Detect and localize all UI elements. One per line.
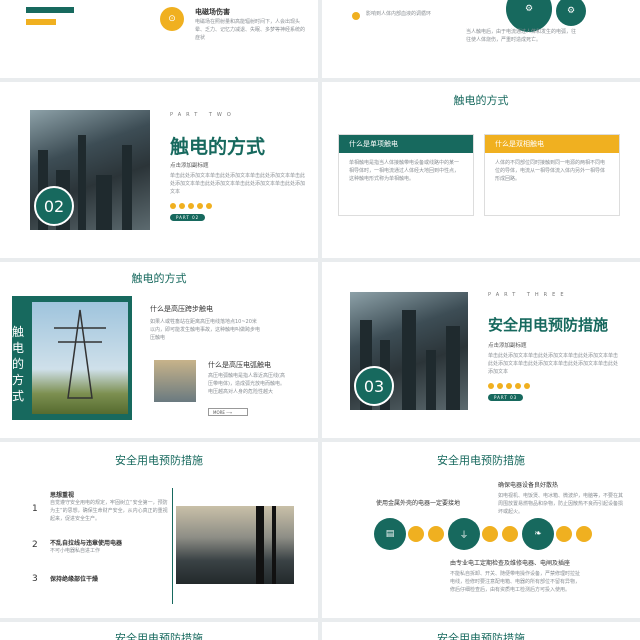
top-title: 确保电器设备良好散热 bbox=[498, 482, 559, 489]
section-title: 安全用电预防措施 bbox=[488, 316, 609, 334]
slide-title: 触电的方式 bbox=[453, 94, 509, 107]
section-title: 触电的方式 bbox=[170, 136, 266, 158]
bullet-dot bbox=[352, 12, 360, 20]
slide-9[interactable]: 安全用电预防措施 bbox=[322, 622, 640, 640]
card-1: 什么是单项触电 单相触电是指当人体接触带电设备或线路中的某一相导体时，一相电流通… bbox=[338, 134, 474, 216]
description: 单击此处添加文本单击此处添加文本单击此处添加文本单击此处添加文本单击此处添加文本… bbox=[488, 353, 619, 375]
card-1-title: 什么是单项触电 bbox=[339, 135, 473, 153]
connector-dot bbox=[556, 526, 572, 542]
dots-row bbox=[488, 374, 533, 393]
slide-6[interactable]: 安全用电预防措施 1 思想重视 自觉遵守安全用电的规定，牢固树立“安全第一，预防… bbox=[0, 442, 318, 618]
item-1-title: 什么是高压跨步触电 bbox=[150, 305, 213, 313]
item-2-title: 什么是高压电弧触电 bbox=[208, 361, 271, 369]
slide-title: 安全用电预防措施 bbox=[437, 632, 525, 640]
slide-1[interactable]: ⊙ 电磁场伤害 电磁场在照射量和高能辐射时间下，人会出现头晕、乏力、记忆力减退、… bbox=[0, 0, 318, 78]
slide-7[interactable]: 安全用电预防措施 确保电器设备良好散热 如电视机、电饭煲、电冰箱、微波炉，电脑等… bbox=[322, 442, 640, 618]
pylon-photo bbox=[32, 302, 128, 414]
card-2-text: 人体的不同部位同时接触到同一电源的两相不同电位的导体，电流从一相导体流入体内另外… bbox=[495, 160, 606, 182]
slide-3[interactable]: 触电的方式 什么是单项触电 单相触电是指当人体接触带电设备或线路中的某一相导体时… bbox=[322, 82, 640, 258]
slide-grid: ⊙ 电磁场伤害 电磁场在照射量和高能辐射时间下，人会出现头晕、乏力、记忆力减退、… bbox=[0, 0, 640, 640]
top-text: 如电视机、电饭煲、电冰箱、微波炉，电脑等，不要在其周围放置易燃物品和杂物，防止因… bbox=[498, 493, 624, 515]
subtitle: 点击添加副标题 bbox=[488, 343, 527, 349]
item-3-title: 保持绝缘部位干燥 bbox=[50, 576, 99, 583]
subtitle: 点击添加副标题 bbox=[170, 163, 209, 169]
card-1-text: 单相触电是指当人体接触带电设备或线路中的某一相导体时，一相电流通过人体经大地回到… bbox=[349, 160, 460, 182]
item-2-number: 2 bbox=[32, 540, 38, 550]
connector-dot bbox=[482, 526, 498, 542]
accent-bar-teal bbox=[26, 7, 74, 13]
connector-dot bbox=[408, 526, 424, 542]
slide-4[interactable]: 触电的方式 触电的方式 什么是高压跨步触电 如果人或牲畜站在距离高压电线落地点1… bbox=[0, 262, 318, 438]
part-pill: PART 02 bbox=[170, 214, 206, 221]
skyline-photo bbox=[176, 506, 294, 584]
bottom-text: 不能私自拆卸、开关、随便带电操作设备，严禁修理时拉扯电线，检修时要注意配电箱、电… bbox=[450, 571, 581, 593]
slide-5[interactable]: 03 PART THREE 安全用电预防措施 点击添加副标题 单击此处添加文本单… bbox=[322, 262, 640, 438]
description: 单击此处添加文本单击此处添加文本单击此处添加文本单击此处添加文本单击此处添加文本… bbox=[170, 173, 306, 195]
leaf-icon: ❧ bbox=[522, 518, 554, 550]
slide-1b[interactable]: 影响到人体内部血液的调循环 ⚙ ⚙ 当人触电后，由于电流通过人体和发生的电弧，往… bbox=[322, 0, 640, 78]
card-2: 什么是双相触电 人体的不同部位同时接触到同一电源的两相不同电位的导体，电流从一相… bbox=[484, 134, 620, 216]
plug-icon: ⏚ bbox=[448, 518, 480, 550]
book-icon: ▤ bbox=[374, 518, 406, 550]
gear-small-icon: ⚙ bbox=[556, 0, 586, 26]
slide-title: 触电的方式 bbox=[131, 272, 187, 285]
pylon-icon bbox=[54, 309, 106, 399]
accent-bar-yellow bbox=[26, 19, 56, 25]
more-label: MORE bbox=[213, 410, 225, 415]
section-number: 02 bbox=[34, 186, 74, 226]
item-1-text: 如果人或牲畜站在距离高压电线落地点10~20米以内，即可能发生触电事故，这种触电… bbox=[150, 319, 261, 341]
slide-title: 安全用电预防措施 bbox=[115, 454, 203, 467]
item-2-text: 高压电弧触电是指人靠近高压线(高压带电体)，造成弧光放电而触电。电压越高对人身的… bbox=[208, 373, 285, 395]
magnet-icon: ⊙ bbox=[160, 7, 184, 31]
connector-dot bbox=[576, 526, 592, 542]
dots-row bbox=[170, 194, 215, 213]
section-number: 03 bbox=[354, 366, 394, 406]
left-title: 使用金属外壳的电器一定要接地 bbox=[376, 500, 461, 507]
bottom-title: 由专业电工定期检查及维修电器、电闸及插座 bbox=[450, 560, 571, 567]
card-2-title: 什么是双相触电 bbox=[485, 135, 619, 153]
part-pill: PART 03 bbox=[488, 394, 524, 401]
item-2-text: 不可小电器私自进工作 bbox=[50, 548, 101, 554]
part-label: PART THREE bbox=[488, 292, 569, 298]
item-desc: 电磁场在照射量和高能辐射时间下，人会出现头晕、乏力、记忆力减退、失眠、多梦等神经… bbox=[195, 19, 306, 41]
tower-photo bbox=[154, 360, 196, 402]
slide-8[interactable]: 安全用电预防措施 bbox=[0, 622, 318, 640]
connector-dot bbox=[428, 526, 444, 542]
item-2: 2 不乱自拉线与违章使用电器 不可小电器私自进工作 bbox=[32, 538, 172, 555]
item-2-title: 不乱自拉线与违章使用电器 bbox=[50, 540, 123, 547]
side-label: 触电的方式 bbox=[12, 325, 25, 403]
part-label: PART TWO bbox=[170, 112, 236, 118]
item-1: 1 思想重视 自觉遵守安全用电的规定，牢固树立“安全第一，预防为主”的思想，确保… bbox=[32, 490, 172, 523]
divider bbox=[172, 488, 173, 604]
item-title: 电磁场伤害 bbox=[195, 8, 230, 16]
more-button[interactable]: MORE ⟶ bbox=[208, 408, 248, 416]
item-3: 3 保持绝缘部位干燥 bbox=[32, 574, 172, 584]
item-1-text: 自觉遵守安全用电的规定，牢固树立“安全第一，预防为主”的思想，确保生命财产安全，… bbox=[50, 500, 168, 522]
slide-title: 安全用电预防措施 bbox=[437, 454, 525, 467]
item-1-title: 思想重视 bbox=[50, 492, 75, 499]
right-text-1: 影响到人体内部血液的调循环 bbox=[366, 11, 432, 17]
item-3-number: 3 bbox=[32, 574, 38, 584]
right-text-2: 当人触电后，由于电流通过人体和发生的电弧，往往使人体烧伤，严重时造成死亡。 bbox=[466, 29, 577, 43]
slide-title: 安全用电预防措施 bbox=[115, 632, 203, 640]
connector-dot bbox=[502, 526, 518, 542]
slide-2[interactable]: 02 PART TWO 触电的方式 点击添加副标题 单击此处添加文本单击此处添加… bbox=[0, 82, 318, 258]
item-1-number: 1 bbox=[32, 504, 38, 514]
